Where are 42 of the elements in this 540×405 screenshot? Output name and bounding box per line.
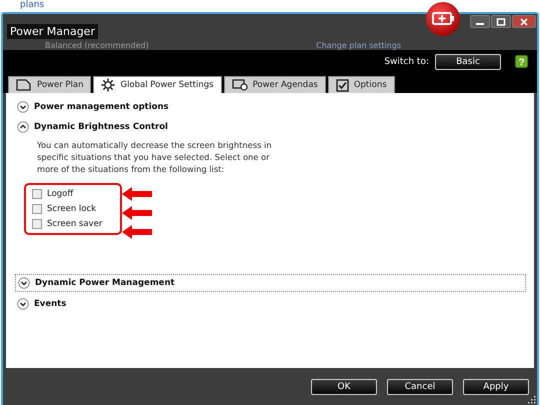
option-label[interactable]: Screen saver (47, 219, 102, 229)
checkbox[interactable] (32, 204, 42, 214)
close-icon (519, 18, 529, 26)
checkbox[interactable] (32, 219, 42, 229)
dialog-button[interactable]: OK (311, 378, 377, 394)
dialog-button[interactable]: Apply (463, 378, 529, 394)
tab[interactable]: Options (328, 76, 395, 93)
close-button[interactable] (512, 15, 536, 28)
description-text: You can automatically decrease the screen brightness in specific situations that you have selected. Select one or more of the situations from the following list: (37, 139, 272, 175)
tab[interactable]: Power Plan (8, 76, 92, 93)
option-label[interactable]: Screen lock (47, 204, 96, 214)
maximize-button[interactable] (491, 15, 511, 28)
tab[interactable]: Global Power Settings (93, 76, 222, 93)
expander-icon[interactable] (17, 298, 29, 310)
expander-icon[interactable] (17, 101, 29, 113)
switch-label: Switch to: (384, 57, 429, 67)
plan-name: Balanced (recommended) (45, 41, 149, 51)
expander-icon[interactable] (17, 121, 29, 133)
arrow-icon (122, 206, 152, 220)
maximize-icon (496, 18, 506, 26)
section-title[interactable]: Events (34, 299, 66, 309)
checkbox[interactable] (32, 189, 42, 199)
tab[interactable]: Power Agendas (224, 76, 326, 93)
document-icon (16, 79, 32, 91)
arrow-icon (122, 225, 152, 239)
resize-grip-icon[interactable] (528, 396, 536, 404)
minimize-button[interactable] (470, 15, 490, 28)
dialog-button[interactable]: Cancel (387, 378, 453, 394)
monitor-clock-icon (232, 79, 248, 91)
expander-icon[interactable] (18, 277, 30, 289)
option-label[interactable]: Logoff (47, 189, 74, 199)
window-title: Power Manager (7, 24, 98, 39)
section-title[interactable]: Dynamic Power Management (35, 278, 175, 288)
gear-icon (101, 78, 116, 92)
focused-section-header[interactable]: Dynamic Power Management (15, 274, 526, 292)
plans-link[interactable]: plans (20, 0, 44, 10)
section-title[interactable]: Power management options (34, 102, 169, 112)
checkbox-icon (336, 78, 349, 92)
change-plan-link[interactable]: Change plan settings (316, 41, 401, 51)
section-title[interactable]: Dynamic Brightness Control (34, 122, 168, 132)
basic-button[interactable]: Basic (435, 54, 501, 70)
arrow-icon (122, 187, 152, 201)
